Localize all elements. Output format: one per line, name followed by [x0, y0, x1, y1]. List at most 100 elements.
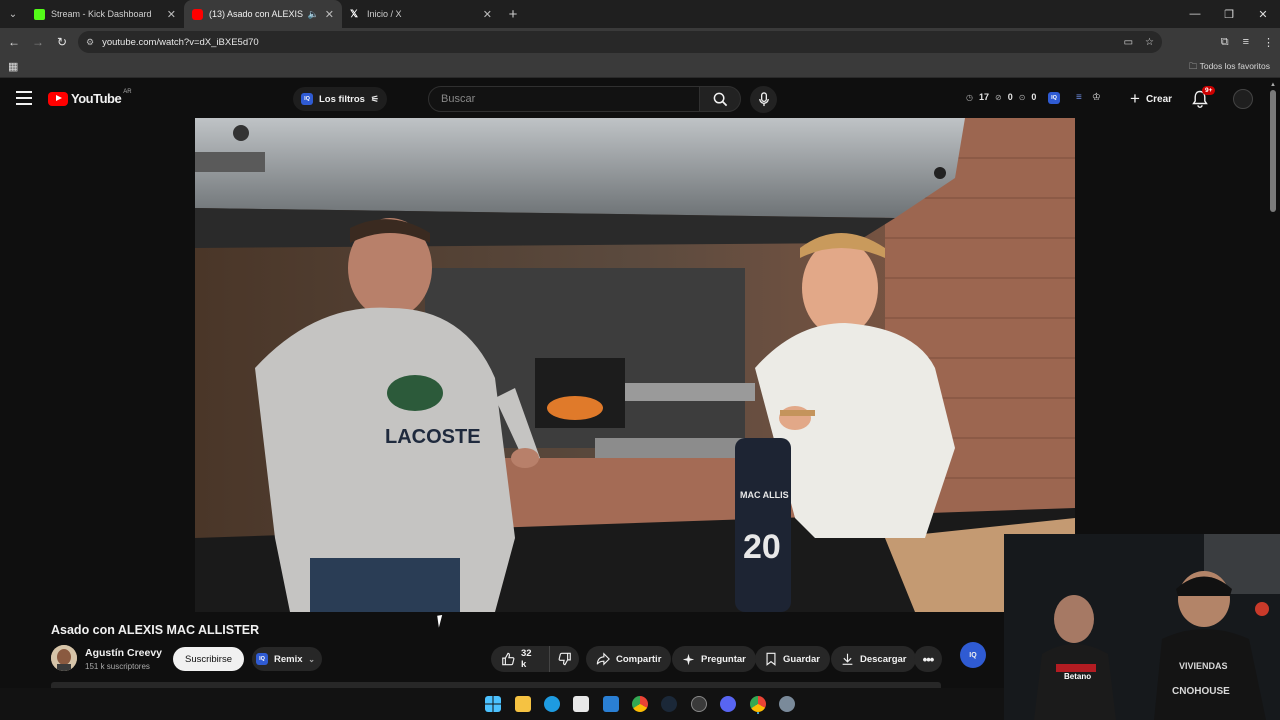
share-label: Compartir — [616, 653, 662, 665]
account-avatar[interactable] — [1233, 89, 1253, 109]
taskbar — [0, 688, 1004, 720]
stat-count: 17 — [978, 92, 989, 102]
remix-label: Remix — [274, 653, 303, 665]
webcam-image: Betano VIVIENDAS CNOHOUSE — [1004, 534, 1280, 720]
chrome-icon[interactable] — [632, 696, 648, 712]
bookmark-star-icon[interactable]: ☆ — [1145, 37, 1154, 48]
media-control-icon[interactable]: ≡ — [1243, 36, 1249, 48]
channel-avatar[interactable] — [51, 645, 77, 671]
settings-gear-icon[interactable] — [779, 696, 795, 712]
like-button[interactable]: 32 k — [491, 646, 549, 672]
like-count: 32 k — [521, 648, 532, 670]
download-button[interactable]: Descargar — [831, 646, 917, 672]
close-icon[interactable]: ✕ — [167, 8, 176, 21]
remix-button[interactable]: IQ Remix ⌄ — [252, 647, 322, 671]
guide-menu-icon[interactable] — [16, 91, 32, 105]
svg-text:LACOSTE: LACOSTE — [385, 426, 481, 448]
extensions-icon[interactable]: ⧉ — [1221, 36, 1229, 49]
tab-title: (13) Asado con ALEXIS MAC — [209, 9, 304, 19]
steam-icon[interactable] — [661, 696, 677, 712]
file-explorer-icon[interactable] — [515, 696, 531, 712]
address-bar-row: ← → ↻ ⚙ youtube.com/watch?v=dX_iBXE5d70 … — [0, 28, 1280, 56]
save-label: Guardar — [783, 653, 820, 665]
reload-button[interactable]: ↻ — [50, 28, 74, 56]
plus-icon: + — [1130, 89, 1140, 108]
download-icon — [842, 653, 853, 665]
country-code: AR — [123, 88, 132, 95]
chevron-down-icon: ⌄ — [308, 654, 315, 664]
youtube-play-icon — [48, 91, 68, 106]
thumbs-down-icon — [558, 652, 571, 666]
search-input[interactable]: Buscar — [428, 86, 700, 112]
video-frame-image: LACOSTE MAC ALLIS 20 — [195, 118, 1075, 612]
subscriber-count: 151 k suscriptores — [85, 662, 150, 671]
webcam-overlay: Betano VIVIENDAS CNOHOUSE — [1004, 534, 1280, 720]
chrome-active-icon[interactable] — [750, 696, 766, 712]
voice-search-button[interactable] — [750, 86, 777, 113]
site-info-icon[interactable]: ⚙ — [86, 37, 94, 48]
menu-dots-icon[interactable]: ⋮ — [1263, 36, 1274, 49]
url-text[interactable]: youtube.com/watch?v=dX_iBXE5d70 — [102, 37, 259, 48]
tab-kick-dashboard[interactable]: Stream - Kick Dashboard ✕ — [26, 0, 184, 28]
iq-extension-icon[interactable]: IQ — [1048, 92, 1060, 104]
download-label: Descargar — [860, 653, 907, 665]
channel-avatar-image — [51, 645, 77, 671]
sliders-icon: ⚟ — [370, 93, 379, 104]
close-window-button[interactable]: ✕ — [1246, 0, 1280, 28]
dislike-button[interactable] — [549, 646, 579, 672]
trophy-icon[interactable]: ♔ — [1092, 92, 1101, 104]
microphone-icon — [758, 92, 769, 107]
all-bookmarks-link[interactable]: 🗀 Todos los favoritos — [1189, 61, 1270, 75]
minimize-button[interactable]: — — [1178, 0, 1212, 28]
back-button[interactable]: ← — [2, 28, 26, 56]
discord-icon[interactable] — [720, 696, 736, 712]
thumbs-up-icon — [502, 652, 515, 666]
close-icon[interactable]: ✕ — [483, 8, 492, 21]
share-icon — [596, 652, 610, 666]
iq-button[interactable]: IQ — [960, 642, 986, 668]
clock-icon: ◷ — [966, 92, 973, 102]
save-button[interactable]: Guardar — [755, 646, 830, 672]
create-label: Crear — [1145, 93, 1173, 105]
edge-icon[interactable] — [544, 696, 560, 712]
cast-icon[interactable]: ▭ — [1124, 37, 1133, 48]
forward-button[interactable]: → — [26, 28, 50, 56]
windows-start-icon[interactable] — [485, 696, 501, 712]
tab-x[interactable]: 𝕏 Inicio / X ✕ — [342, 0, 500, 28]
channel-name[interactable]: Agustín Creevy — [85, 647, 162, 659]
svg-text:Betano: Betano — [1064, 672, 1091, 681]
page-scrollbar[interactable] — [1270, 90, 1276, 212]
folder-icon: 🗀 — [1188, 61, 1198, 71]
more-actions-button[interactable]: ••• — [914, 646, 942, 672]
create-button[interactable]: + Crear — [1122, 87, 1180, 111]
omnibox[interactable]: ⚙ youtube.com/watch?v=dX_iBXE5d70 ▭ ☆ — [78, 31, 1162, 53]
extension-stats[interactable]: ◷ 17 ⊘ 0 ⊙ 0 — [966, 92, 1036, 102]
ask-button[interactable]: Preguntar — [672, 646, 756, 672]
youtube-logo[interactable]: YouTube AR — [48, 88, 132, 106]
scroll-up-arrow-icon[interactable]: ▲ — [1270, 82, 1276, 88]
filters-label: Los filtros — [319, 93, 365, 105]
close-icon[interactable]: ✕ — [325, 8, 334, 21]
tab-search-chevron-icon[interactable]: ⌄ — [0, 0, 26, 28]
filters-button[interactable]: IQ Los filtros ⚟ — [293, 87, 387, 111]
eye-off-icon: ⊙ — [1018, 92, 1026, 102]
new-tab-button[interactable]: + — [500, 0, 526, 28]
bookmarks-bar: ▦ 🗀 Todos los favoritos — [0, 56, 1280, 78]
stat-count: 0 — [1007, 92, 1013, 102]
speaker-icon[interactable]: 🔈 — [308, 9, 319, 20]
obs-icon[interactable] — [691, 696, 707, 712]
search-icon — [713, 92, 727, 106]
search-button[interactable] — [699, 86, 741, 112]
notifications-button[interactable]: 9+ — [1192, 86, 1216, 110]
share-button[interactable]: Compartir — [586, 646, 672, 672]
subscribe-button[interactable]: Suscribirse — [173, 647, 244, 671]
video-player[interactable]: LACOSTE MAC ALLIS 20 — [195, 118, 1075, 612]
tab-youtube[interactable]: (13) Asado con ALEXIS MAC 🔈 ✕ — [184, 0, 342, 28]
mail-icon[interactable] — [603, 696, 619, 712]
logo-text: YouTube — [71, 91, 122, 106]
svg-text:VIVIENDAS: VIVIENDAS — [1179, 661, 1228, 671]
maximize-button[interactable]: ❐ — [1212, 0, 1246, 28]
apps-grid-icon[interactable]: ▦ — [8, 60, 18, 73]
store-icon[interactable] — [573, 696, 589, 712]
list-icon[interactable]: ≡ — [1076, 92, 1082, 104]
